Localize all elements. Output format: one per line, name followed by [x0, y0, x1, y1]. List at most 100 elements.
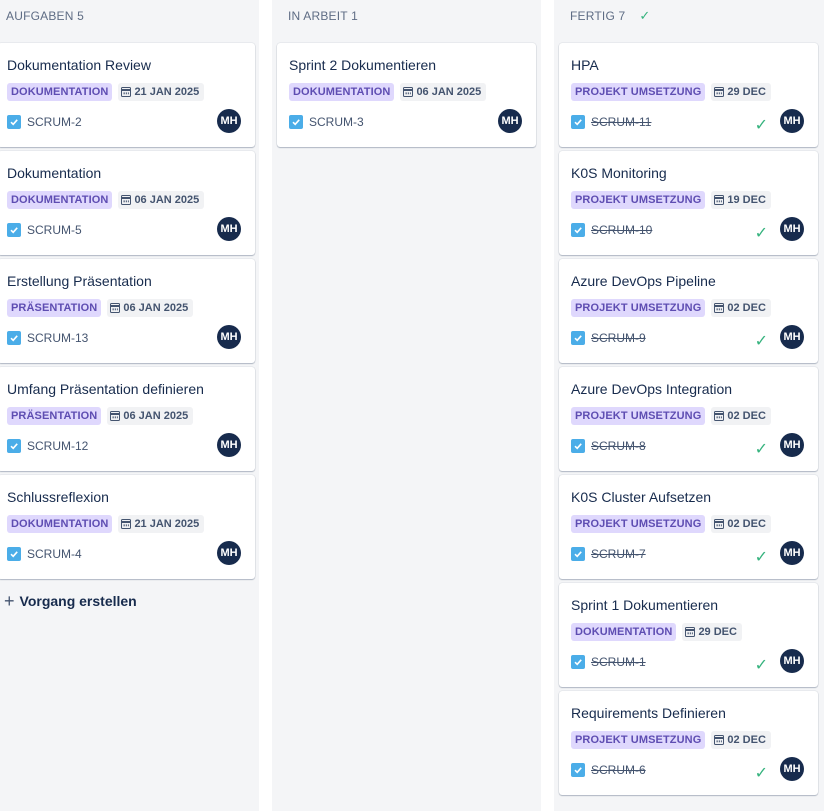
- issue-card[interactable]: K0S Cluster Aufsetzen PROJEKT UMSETZUNG …: [559, 475, 818, 579]
- epic-label[interactable]: PROJEKT UMSETZUNG: [571, 299, 706, 317]
- column-todo: AUFGABEN 5 Dokumentation Review DOKUMENT…: [0, 0, 259, 811]
- calendar-icon: [403, 87, 414, 97]
- task-checkbox-icon: [7, 115, 21, 129]
- issue-card[interactable]: HPA PROJEKT UMSETZUNG 29 DEC SCRUM-11 ✓ …: [559, 43, 818, 147]
- card-title: Azure DevOps Integration: [571, 381, 733, 397]
- task-checkbox-icon: [571, 331, 585, 345]
- due-date: 19 DEC: [711, 191, 771, 209]
- avatar[interactable]: MH: [217, 433, 241, 457]
- due-date: 06 JAN 2025: [118, 191, 205, 209]
- create-issue-button[interactable]: + Vorgang erstellen: [4, 592, 137, 610]
- issue-key[interactable]: SCRUM-7: [591, 547, 646, 561]
- task-checkbox-icon: [7, 223, 21, 237]
- check-icon: ✓: [754, 117, 768, 134]
- avatar[interactable]: MH: [498, 109, 522, 133]
- issue-card[interactable]: Sprint 1 Dokumentieren DOKUMENTATION 29 …: [559, 583, 818, 687]
- card-title: Schlussreflexion: [7, 489, 109, 505]
- issue-key[interactable]: SCRUM-2: [27, 115, 82, 129]
- card-title: K0S Monitoring: [571, 165, 667, 181]
- due-date: 02 DEC: [711, 731, 771, 749]
- card-title: K0S Cluster Aufsetzen: [571, 489, 712, 505]
- epic-label[interactable]: PROJEKT UMSETZUNG: [571, 515, 706, 533]
- issue-card[interactable]: Dokumentation DOKUMENTATION 06 JAN 2025 …: [0, 151, 255, 255]
- epic-label[interactable]: DOKUMENTATION: [7, 83, 113, 101]
- check-icon: ✓: [754, 657, 768, 674]
- task-checkbox-icon: [571, 655, 585, 669]
- task-checkbox-icon: [7, 331, 21, 345]
- avatar[interactable]: MH: [780, 757, 804, 781]
- check-icon: ✓: [754, 225, 768, 242]
- issue-card[interactable]: Dokumentation Review DOKUMENTATION 21 JA…: [0, 43, 255, 147]
- card-title: Dokumentation Review: [7, 57, 151, 73]
- epic-label[interactable]: PROJEKT UMSETZUNG: [571, 731, 706, 749]
- issue-key[interactable]: SCRUM-11: [591, 115, 651, 129]
- avatar[interactable]: MH: [780, 109, 804, 133]
- calendar-icon: [714, 195, 725, 205]
- issue-card[interactable]: Schlussreflexion DOKUMENTATION 21 JAN 20…: [0, 475, 255, 579]
- due-date: 06 JAN 2025: [107, 299, 194, 317]
- epic-label[interactable]: PRÄSENTATION: [7, 407, 102, 425]
- card-title: HPA: [571, 57, 599, 73]
- task-checkbox-icon: [571, 223, 585, 237]
- issue-key[interactable]: SCRUM-6: [591, 763, 646, 777]
- column-header-in-progress[interactable]: IN ARBEIT 1: [288, 8, 358, 24]
- issue-key[interactable]: SCRUM-13: [27, 331, 88, 345]
- epic-label[interactable]: DOKUMENTATION: [7, 191, 113, 209]
- avatar[interactable]: MH: [780, 217, 804, 241]
- issue-key[interactable]: SCRUM-8: [591, 439, 646, 453]
- issue-card[interactable]: K0S Monitoring PROJEKT UMSETZUNG 19 DEC …: [559, 151, 818, 255]
- avatar[interactable]: MH: [780, 541, 804, 565]
- issue-key[interactable]: SCRUM-10: [591, 223, 652, 237]
- calendar-icon: [714, 411, 725, 421]
- epic-label[interactable]: PRÄSENTATION: [7, 299, 102, 317]
- check-icon: ✓: [754, 333, 768, 350]
- task-checkbox-icon: [571, 547, 585, 561]
- issue-key[interactable]: SCRUM-12: [27, 439, 88, 453]
- calendar-icon: [110, 303, 121, 313]
- issue-card[interactable]: Azure DevOps Pipeline PROJEKT UMSETZUNG …: [559, 259, 818, 363]
- task-checkbox-icon: [571, 439, 585, 453]
- plus-icon: +: [4, 591, 15, 611]
- issue-card[interactable]: Umfang Präsentation definieren PRÄSENTAT…: [0, 367, 255, 471]
- avatar[interactable]: MH: [780, 649, 804, 673]
- avatar[interactable]: MH: [217, 325, 241, 349]
- calendar-icon: [714, 87, 725, 97]
- avatar[interactable]: MH: [217, 217, 241, 241]
- check-icon: ✓: [754, 441, 768, 458]
- check-icon: ✓: [754, 549, 768, 566]
- epic-label[interactable]: DOKUMENTATION: [571, 623, 677, 641]
- issue-card[interactable]: Erstellung Präsentation PRÄSENTATION 06 …: [0, 259, 255, 363]
- create-issue-label: Vorgang erstellen: [19, 593, 137, 609]
- avatar[interactable]: MH: [780, 433, 804, 457]
- avatar[interactable]: MH: [780, 325, 804, 349]
- avatar[interactable]: MH: [217, 541, 241, 565]
- column-title: AUFGABEN 5: [6, 9, 85, 23]
- column-title: IN ARBEIT 1: [288, 9, 359, 23]
- avatar[interactable]: MH: [217, 109, 241, 133]
- issue-card[interactable]: Sprint 2 Dokumentieren DOKUMENTATION 06 …: [277, 43, 536, 147]
- epic-label[interactable]: PROJEKT UMSETZUNG: [571, 407, 706, 425]
- column-header-done[interactable]: FERTIG 7 ✓: [570, 8, 650, 24]
- issue-key[interactable]: SCRUM-4: [27, 547, 82, 561]
- calendar-icon: [121, 195, 132, 205]
- column-header-todo[interactable]: AUFGABEN 5: [6, 8, 84, 24]
- issue-key[interactable]: SCRUM-1: [591, 655, 646, 669]
- issue-key[interactable]: SCRUM-5: [27, 223, 82, 237]
- issue-card[interactable]: Azure DevOps Integration PROJEKT UMSETZU…: [559, 367, 818, 471]
- calendar-icon: [714, 519, 725, 529]
- check-icon: ✓: [754, 765, 768, 782]
- epic-label[interactable]: DOKUMENTATION: [289, 83, 395, 101]
- task-checkbox-icon: [7, 547, 21, 561]
- calendar-icon: [121, 519, 132, 529]
- issue-key[interactable]: SCRUM-3: [309, 115, 364, 129]
- task-checkbox-icon: [571, 763, 585, 777]
- issue-card[interactable]: Requirements Definieren PROJEKT UMSETZUN…: [559, 691, 818, 795]
- issue-key[interactable]: SCRUM-9: [591, 331, 646, 345]
- card-title: Dokumentation: [7, 165, 102, 181]
- epic-label[interactable]: PROJEKT UMSETZUNG: [571, 191, 706, 209]
- due-date: 02 DEC: [711, 515, 771, 533]
- epic-label[interactable]: PROJEKT UMSETZUNG: [571, 83, 706, 101]
- card-title: Umfang Präsentation definieren: [7, 381, 204, 397]
- epic-label[interactable]: DOKUMENTATION: [7, 515, 113, 533]
- due-date: 06 JAN 2025: [400, 83, 487, 101]
